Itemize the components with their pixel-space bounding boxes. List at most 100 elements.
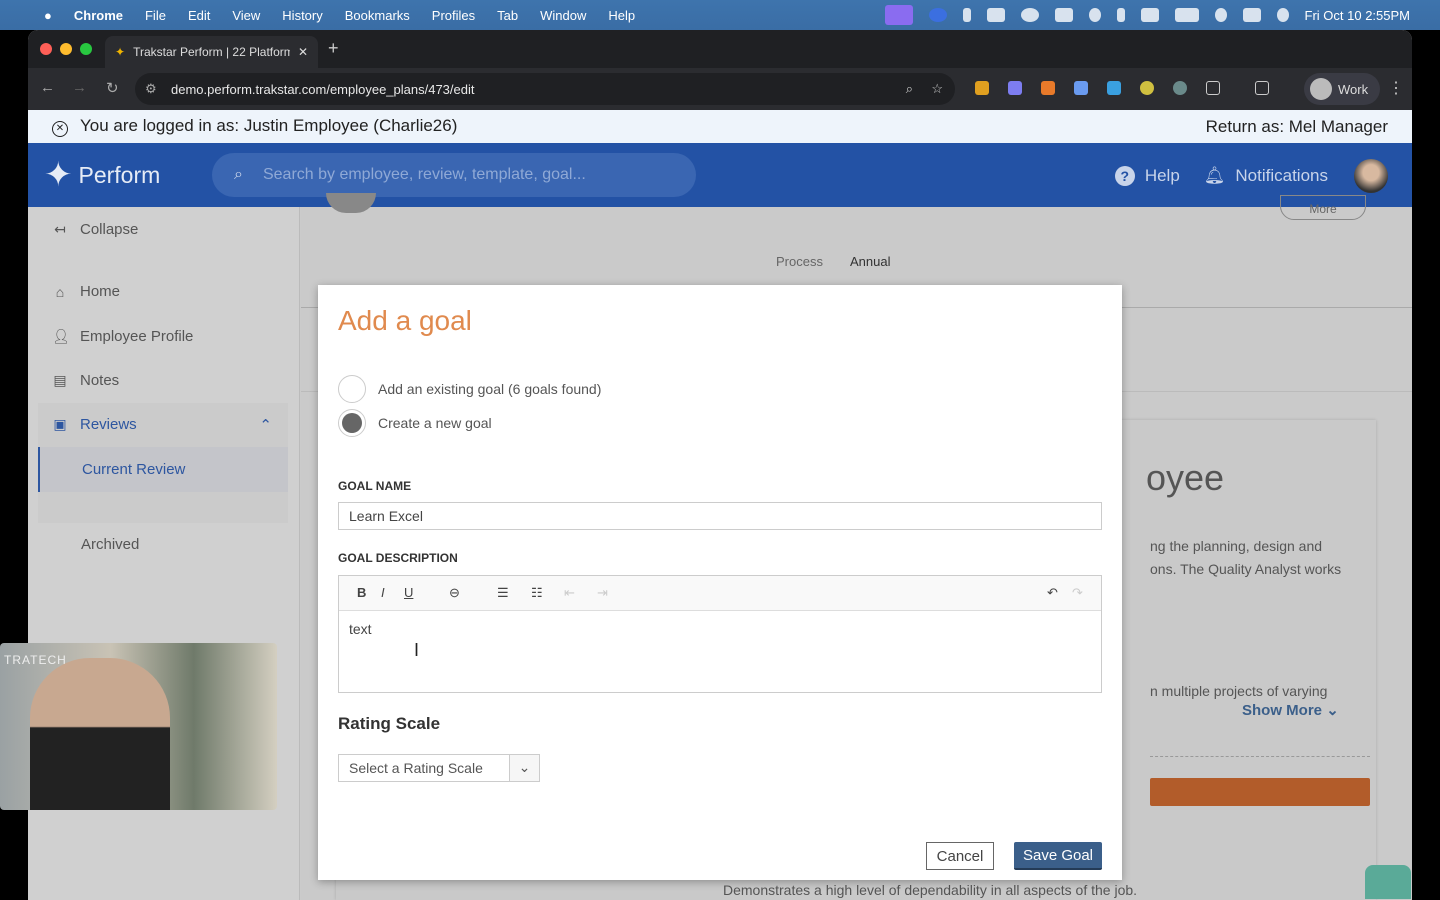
battery-icon[interactable] xyxy=(1174,8,1199,22)
orange-action-button[interactable] xyxy=(1150,778,1370,806)
back-icon[interactable]: ← xyxy=(40,79,55,96)
undo-button[interactable]: ↶ xyxy=(1047,585,1058,601)
sidebar-item-reviews[interactable]: ▣ Reviews ⌃ xyxy=(52,416,272,434)
extension-icon[interactable] xyxy=(1041,81,1055,95)
siri-icon[interactable] xyxy=(1276,8,1289,22)
extension-icon[interactable] xyxy=(1140,81,1154,95)
avatar[interactable] xyxy=(1354,159,1388,193)
paperclip-icon[interactable] xyxy=(962,8,971,22)
extension-icon[interactable] xyxy=(1107,81,1121,95)
extension-icon[interactable] xyxy=(1173,81,1187,95)
menu-edit[interactable]: Edit xyxy=(188,8,210,23)
close-window-button[interactable] xyxy=(40,43,52,55)
menu-chrome[interactable]: Chrome xyxy=(74,8,123,23)
bluetooth-icon[interactable] xyxy=(1116,8,1125,22)
indent-button[interactable]: ⇥ xyxy=(597,585,608,601)
menu-bookmarks[interactable]: Bookmarks xyxy=(345,8,410,23)
cancel-label: Cancel xyxy=(936,847,984,865)
rating-scale-select[interactable]: Select a Rating Scale ⌄ xyxy=(338,754,540,782)
url-text: demo.perform.trakstar.com/employee_plans… xyxy=(171,81,475,97)
show-more-label: Show More xyxy=(1242,702,1323,719)
sidebar-subitem-current-review[interactable]: Current Review xyxy=(38,447,288,492)
profile-button[interactable]: Work xyxy=(1304,73,1380,105)
goal-description-textarea[interactable]: text xyxy=(339,611,1101,647)
dashed-divider xyxy=(1150,756,1370,757)
clock[interactable]: Fri Oct 10 2:55PM xyxy=(1305,8,1410,23)
site-settings-icon[interactable]: ⚙ xyxy=(145,81,157,97)
app-icon[interactable] xyxy=(1020,8,1039,22)
save-goal-button[interactable]: Save Goal xyxy=(1014,842,1102,870)
collapse-button[interactable]: ↤ Collapse xyxy=(52,221,138,238)
menu-profiles[interactable]: Profiles xyxy=(432,8,475,23)
modal-title: Add a goal xyxy=(338,305,472,336)
italic-button[interactable]: I xyxy=(381,585,385,600)
create-new-goal-radio[interactable]: Create a new goal xyxy=(338,409,492,437)
browser-menu-icon[interactable]: ⋮ xyxy=(1388,78,1404,98)
apple-icon[interactable]: ● xyxy=(44,8,52,23)
reload-icon[interactable]: ↻ xyxy=(106,79,119,97)
menu-help[interactable]: Help xyxy=(608,8,635,23)
redo-button[interactable]: ↷ xyxy=(1072,585,1083,601)
spotlight-icon[interactable] xyxy=(1214,8,1227,22)
sidebar-item-label: Notes xyxy=(80,372,120,389)
numbered-list-button[interactable]: ☷ xyxy=(531,585,543,601)
teams-icon[interactable] xyxy=(986,8,1005,22)
sidebar-subitem-archived[interactable]: Archived xyxy=(81,536,139,553)
menu-file[interactable]: File xyxy=(145,8,166,23)
bookmark-star-icon[interactable]: ☆ xyxy=(931,81,943,97)
notifications-link[interactable]: Notifications xyxy=(1235,166,1328,186)
outdent-button[interactable]: ⇤ xyxy=(564,585,575,601)
bold-button[interactable]: B xyxy=(357,585,366,600)
sidebar-item-notes[interactable]: ▤ Notes xyxy=(52,372,119,389)
perform-logo[interactable]: ✦ Perform xyxy=(44,155,160,195)
extensions-puzzle-icon[interactable] xyxy=(1206,81,1220,95)
add-existing-goal-radio[interactable]: Add an existing goal (6 goals found) xyxy=(338,375,601,403)
address-bar: ← → ↻ ⚙ demo.perform.trakstar.com/employ… xyxy=(28,68,1412,110)
browser-tab[interactable]: ✦ Trakstar Perform | 22 Platform ✕ xyxy=(105,36,318,68)
add-goal-modal: Add a goal Add an existing goal (6 goals… xyxy=(318,285,1122,880)
control-center-icon[interactable] xyxy=(1242,8,1261,22)
video-overlay[interactable]: TRATECH xyxy=(0,643,277,810)
extension-icon[interactable] xyxy=(1008,81,1022,95)
screen-share-icon[interactable] xyxy=(884,5,913,25)
underline-button[interactable]: U xyxy=(404,585,413,600)
menu-history[interactable]: History xyxy=(282,8,322,23)
bell-icon[interactable]: 🔔︎ xyxy=(1204,166,1226,186)
maximize-window-button[interactable] xyxy=(80,43,92,55)
sidebar-item-home[interactable]: ⌂ Home xyxy=(52,283,120,300)
radio-unchecked[interactable] xyxy=(338,375,366,403)
minimize-window-button[interactable] xyxy=(60,43,72,55)
wifi-icon[interactable] xyxy=(1140,8,1159,22)
close-circle-icon[interactable]: ✕ xyxy=(52,121,68,137)
global-search-input[interactable]: ⌕ Search by employee, review, template, … xyxy=(212,153,696,197)
reading-mode-icon[interactable] xyxy=(1255,81,1269,95)
link-button[interactable]: ⊖ xyxy=(449,585,460,601)
sidebar-item-employee-profile[interactable]: 👤︎ Employee Profile xyxy=(52,328,193,345)
extension-icon[interactable] xyxy=(1074,81,1088,95)
cancel-button[interactable]: Cancel xyxy=(926,842,994,870)
chat-widget-button[interactable] xyxy=(1365,865,1411,899)
chevron-up-icon: ⌃ xyxy=(259,416,272,434)
zoom-lens-icon[interactable]: ⌕ xyxy=(906,81,913,97)
goal-name-input[interactable]: Learn Excel xyxy=(338,502,1102,530)
perform-logo-icon: ✦ xyxy=(44,156,73,194)
radio-checked[interactable] xyxy=(338,409,366,437)
url-input[interactable]: ⚙ demo.perform.trakstar.com/employee_pla… xyxy=(135,73,955,105)
help-link[interactable]: Help xyxy=(1145,166,1180,186)
menu-view[interactable]: View xyxy=(232,8,260,23)
zoom-icon[interactable] xyxy=(928,8,947,22)
return-as-link[interactable]: Return as: Mel Manager xyxy=(1206,117,1388,137)
more-button[interactable]: More xyxy=(1280,195,1366,220)
menu-window[interactable]: Window xyxy=(540,8,586,23)
moon-icon[interactable] xyxy=(1088,8,1101,22)
new-tab-button[interactable]: + xyxy=(328,38,339,59)
help-icon[interactable]: ? xyxy=(1114,166,1135,186)
bullet-list-button[interactable]: ☰ xyxy=(497,585,509,601)
close-tab-icon[interactable]: ✕ xyxy=(298,45,308,59)
show-more-button[interactable]: Show More ⌄ xyxy=(1242,701,1339,719)
extension-icon[interactable] xyxy=(975,81,989,95)
forward-icon[interactable]: → xyxy=(72,79,87,96)
menu-tab[interactable]: Tab xyxy=(497,8,518,23)
goal-name-label: GOAL NAME xyxy=(338,479,412,493)
airpods-icon[interactable] xyxy=(1054,8,1073,22)
